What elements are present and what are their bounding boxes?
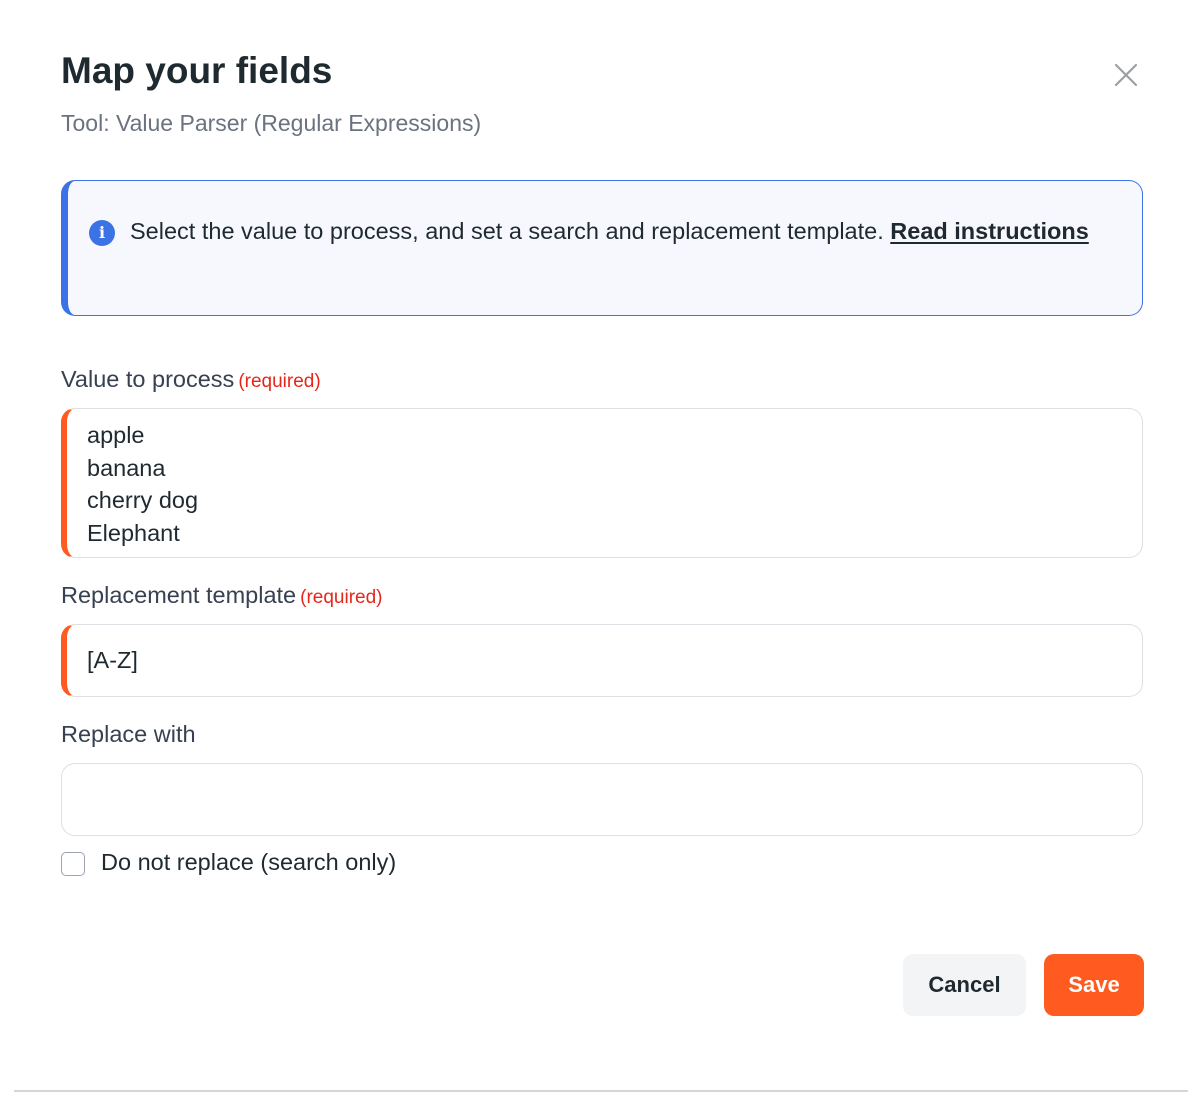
replacement-template-field[interactable]: [A-Z] [61,624,1143,697]
info-message: Select the value to process, and set a s… [130,218,891,244]
required-indicator: (required) [300,587,383,608]
replace-with-label: Replace with [61,721,196,747]
value-to-process-text: apple banana cherry dog Elephant [87,422,199,546]
close-icon [1114,63,1138,87]
dialog-bottom-border [14,1090,1188,1092]
replace-with-field[interactable] [61,763,1143,836]
read-instructions-link[interactable]: Read instructions [890,218,1088,244]
close-button[interactable] [1108,57,1144,93]
info-banner [61,180,1143,316]
dialog-title: Map your fields [61,50,333,91]
replacement-template-label: Replacement template (required) [61,582,383,609]
value-to-process-label-text: Value to process [61,366,235,392]
save-button[interactable]: Save [1044,954,1144,1016]
value-to-process-field[interactable]: apple banana cherry dog Elephant [61,408,1143,558]
replacement-template-text: [A-Z] [87,647,138,673]
value-to-process-label: Value to process (required) [61,366,321,393]
search-only-label[interactable]: Do not replace (search only) [101,849,396,876]
required-indicator: (required) [238,371,321,392]
search-only-checkbox[interactable] [61,852,85,876]
cancel-button[interactable]: Cancel [903,954,1026,1016]
map-fields-dialog: Map your fields Tool: Value Parser (Regu… [0,0,1200,1093]
info-icon: i [89,220,115,246]
dialog-subtitle: Tool: Value Parser (Regular Expressions) [61,110,482,136]
replacement-template-label-text: Replacement template [61,582,297,608]
info-text: Select the value to process, and set a s… [130,216,1090,247]
